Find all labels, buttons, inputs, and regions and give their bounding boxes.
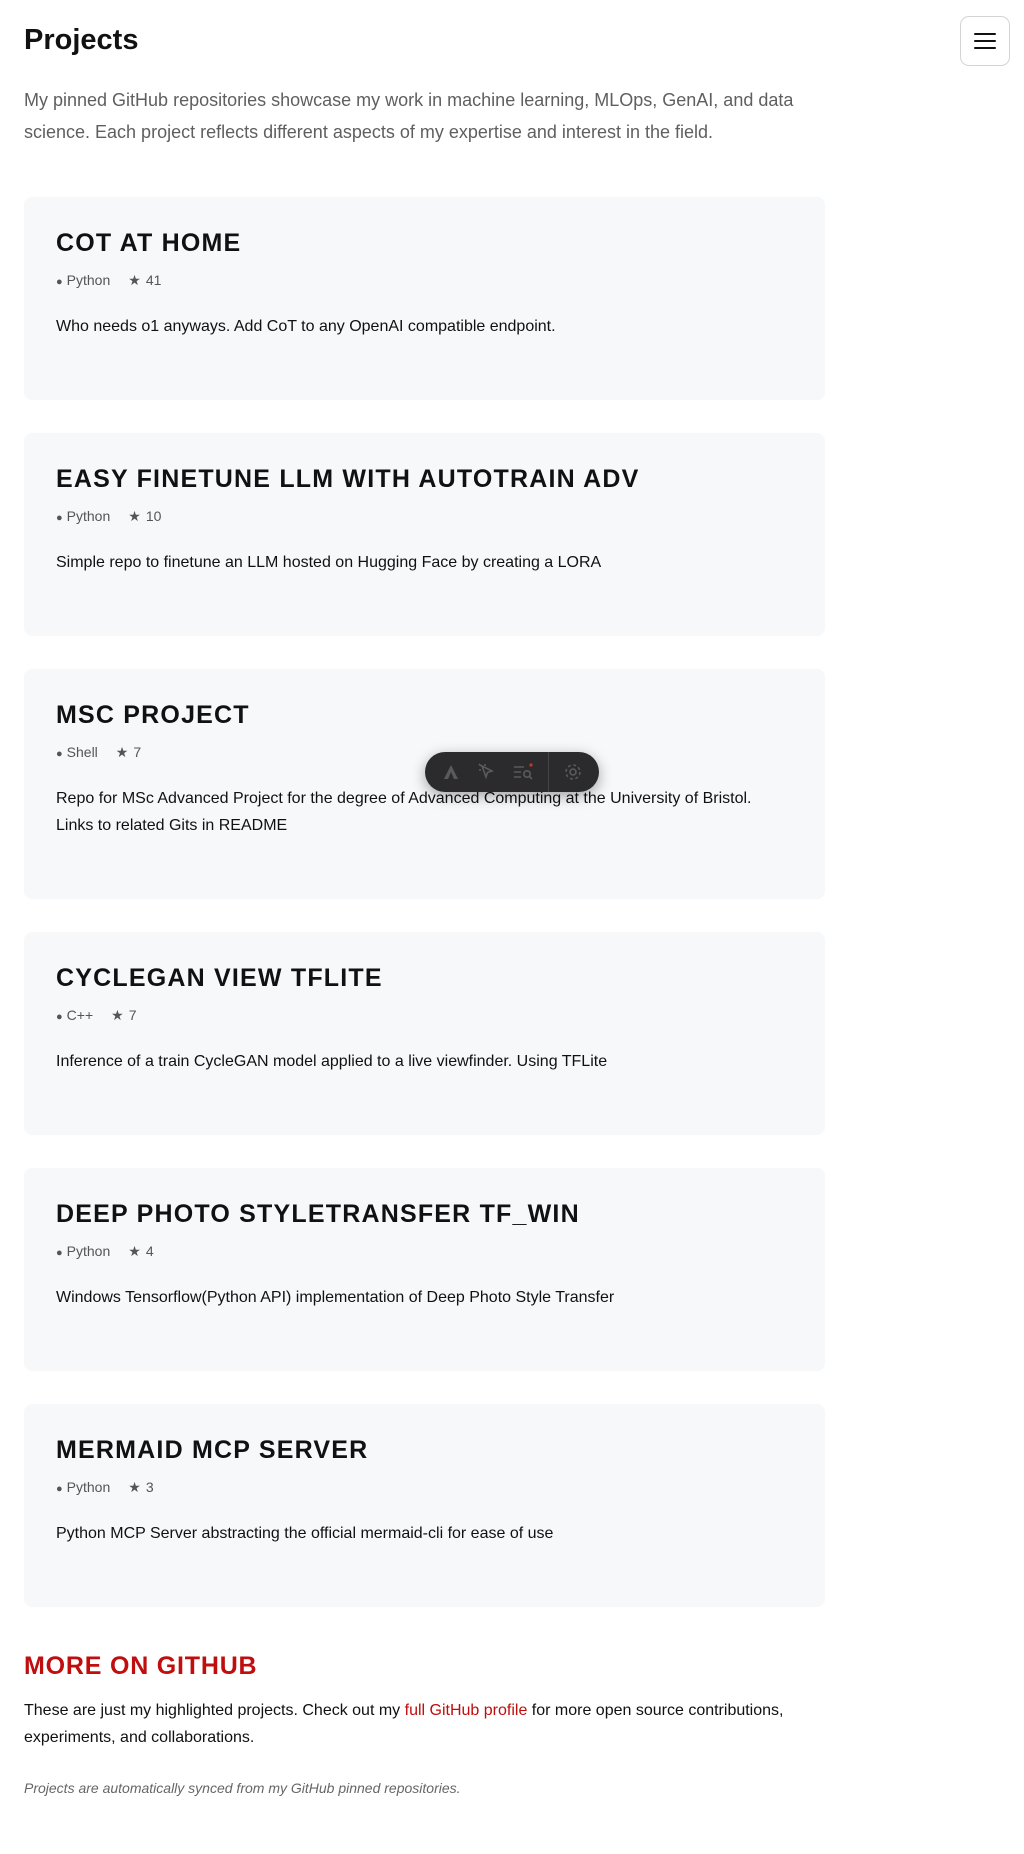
project-language: Python	[56, 1242, 111, 1262]
page-title: Projects	[24, 24, 139, 56]
project-description: Python MCP Server abstracting the offici…	[56, 1525, 554, 1542]
project-title[interactable]: EASY FINETUNE LLM WITH AUTOTRAIN ADV	[56, 463, 793, 495]
menu-button[interactable]	[960, 16, 1010, 66]
project-title[interactable]: COT AT HOME	[56, 227, 793, 259]
project-title[interactable]: DEEP PHOTO STYLETRANSFER TF_WIN	[56, 1198, 793, 1230]
more-on-github-text: These are just my highlighted projects. …	[24, 1697, 824, 1751]
project-stars: 7	[116, 743, 141, 763]
project-meta: Python 41	[56, 271, 793, 291]
project-stars: 10	[128, 507, 162, 527]
project-stars: 3	[128, 1478, 154, 1498]
project-stars: 41	[128, 271, 162, 291]
intro-text: My pinned GitHub repositories showcase m…	[24, 90, 794, 142]
project-description: Who needs o1 anyways. Add CoT to any Ope…	[56, 318, 556, 335]
project-card[interactable]: MSC PROJECT Shell 7 Repo for MSc Advance…	[24, 669, 825, 899]
project-meta: Python 10	[56, 507, 793, 527]
project-stars: 4	[128, 1242, 154, 1262]
github-profile-link[interactable]: full GitHub profile	[405, 1702, 528, 1719]
project-language: Python	[56, 507, 111, 527]
settings-gear-icon[interactable]	[561, 760, 585, 784]
project-description: Inference of a train CycleGAN model appl…	[56, 1053, 608, 1070]
project-card[interactable]: CYCLEGAN VIEW TFLITE C++ 7 Inference of …	[24, 932, 825, 1135]
list-search-icon[interactable]	[511, 760, 535, 784]
project-title[interactable]: MSC PROJECT	[56, 699, 793, 731]
cursor-select-icon[interactable]	[475, 760, 499, 784]
sync-footnote: Projects are automatically synced from m…	[24, 1780, 461, 1796]
more-text-before: These are just my highlighted projects. …	[24, 1702, 405, 1719]
project-meta: C++ 7	[56, 1006, 793, 1026]
project-list: COT AT HOME Python 41 Who needs o1 anywa…	[24, 197, 825, 1640]
project-language: C++	[56, 1006, 93, 1026]
project-title[interactable]: MERMAID MCP SERVER	[56, 1434, 793, 1466]
toolbar-divider	[547, 752, 549, 792]
project-card[interactable]: DEEP PHOTO STYLETRANSFER TF_WIN Python 4…	[24, 1168, 825, 1371]
project-card[interactable]: COT AT HOME Python 41 Who needs o1 anywa…	[24, 197, 825, 400]
project-meta: Python 3	[56, 1478, 793, 1498]
project-language: Python	[56, 1478, 111, 1498]
project-language: Python	[56, 271, 111, 291]
project-meta: Python 4	[56, 1242, 793, 1262]
floating-toolbar	[425, 752, 599, 792]
more-on-github-heading: MORE ON GITHUB	[24, 1652, 258, 1680]
project-meta: Shell 7	[56, 743, 793, 763]
logo-icon[interactable]	[439, 760, 463, 784]
project-description: Simple repo to finetune an LLM hosted on…	[56, 554, 602, 571]
project-stars: 7	[111, 1006, 137, 1026]
project-language: Shell	[56, 743, 98, 763]
project-card[interactable]: MERMAID MCP SERVER Python 3 Python MCP S…	[24, 1404, 825, 1607]
project-card[interactable]: EASY FINETUNE LLM WITH AUTOTRAIN ADV Pyt…	[24, 433, 825, 636]
project-title[interactable]: CYCLEGAN VIEW TFLITE	[56, 962, 793, 994]
project-description: Windows Tensorflow(Python API) implement…	[56, 1289, 615, 1306]
hamburger-icon	[974, 33, 996, 49]
project-description: Repo for MSc Advanced Project for the de…	[56, 790, 752, 834]
